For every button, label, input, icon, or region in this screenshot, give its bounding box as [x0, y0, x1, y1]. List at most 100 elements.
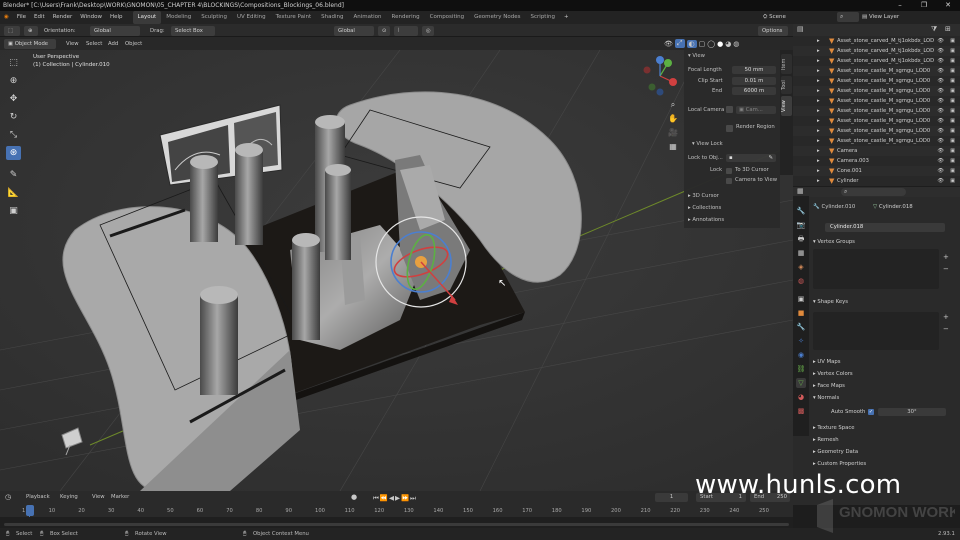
visibility-eye-icon[interactable]: 👁	[937, 46, 944, 56]
outliner-row[interactable]: ▸ ▼ Cone.001 👁 ▣	[793, 166, 960, 176]
camera-to-view-checkbox[interactable]	[726, 178, 732, 184]
visibility-eye-icon[interactable]: 👁	[937, 156, 944, 166]
timeline-editor-icon[interactable]: ◷	[5, 493, 11, 501]
outliner-row[interactable]: ▸ ▼ Asset_stone_castle_M_sgmgu_LOD0 👁 ▣	[793, 106, 960, 116]
scene-search-icon[interactable]: ⌕	[837, 12, 859, 22]
tab-animation[interactable]: Animation	[348, 11, 386, 24]
auto-smooth-angle-field[interactable]: 30°	[878, 408, 946, 416]
gizmo-toggle-icon[interactable]: ⤢	[674, 39, 685, 48]
section-texture-space[interactable]: ▸ Texture Space	[813, 425, 855, 431]
chevron-right-icon[interactable]: ▸	[817, 106, 820, 116]
chevron-right-icon[interactable]: ▸	[817, 86, 820, 96]
tab-tool[interactable]: Tool	[781, 76, 792, 94]
outliner-row[interactable]: ▸ ▼ Asset_stone_castle_M_sgmgu_LOD0 👁 ▣	[793, 136, 960, 146]
material-shading-icon[interactable]: ◕	[725, 40, 731, 48]
mesh-datablock-field[interactable]: Cylinder.018	[825, 223, 945, 232]
navigation-gizmo[interactable]	[640, 56, 680, 96]
outliner-row[interactable]: ▸ ▼ Asset_stone_castle_M_sgmgu_LOD0 👁 ▣	[793, 86, 960, 96]
zoom-icon[interactable]: ⌕	[667, 98, 679, 112]
outliner-row[interactable]: ▸ ▼ Asset_stone_carved_M_tj1okbdx_LOD 👁 ▣	[793, 56, 960, 66]
tab-layout[interactable]: Layout	[132, 11, 162, 24]
timeline-ruler[interactable]: 1 10 20 30 40 50 60 70 80 90 100 110 120 130 140 150 160…	[0, 505, 793, 517]
clip-start-field[interactable]: 0.01 m	[732, 77, 776, 85]
visibility-eye-icon[interactable]: 👁	[937, 116, 944, 126]
render-camera-icon[interactable]: ▣	[950, 56, 955, 66]
properties-editor-icon[interactable]: ▦	[797, 187, 804, 195]
render-camera-icon[interactable]: ▣	[950, 96, 955, 106]
render-camera-icon[interactable]: ▣	[950, 146, 955, 156]
chevron-right-icon[interactable]: ▸	[817, 66, 820, 76]
tab-compositing[interactable]: Compositing	[425, 11, 469, 24]
visibility-eye-icon[interactable]: 👁	[937, 96, 944, 106]
outliner-row[interactable]: ▸ ▼ Camera 👁 ▣	[793, 146, 960, 156]
prev-key-icon[interactable]: ⏪	[380, 493, 388, 503]
timeline-view-menu[interactable]: View	[92, 494, 105, 500]
menu-file[interactable]: File	[13, 11, 30, 24]
snap-icon[interactable]: ⦚	[394, 25, 418, 36]
properties-search-icon[interactable]: ⌕	[841, 188, 906, 196]
pivot-icon[interactable]: ⊙	[378, 25, 390, 36]
filter-icon[interactable]: ⧩	[931, 25, 937, 34]
add-vertex-group-icon[interactable]: +	[943, 253, 949, 261]
view-lock-header[interactable]: ▾ View Lock	[692, 141, 723, 147]
chevron-right-icon[interactable]: ▸	[817, 126, 820, 136]
measure-tool-icon[interactable]: 📐	[6, 186, 21, 200]
solid-shading-icon[interactable]: ●	[717, 40, 723, 48]
menu-add[interactable]: Add	[108, 39, 118, 49]
clip-end-field[interactable]: 6000 m	[732, 87, 776, 95]
render-camera-icon[interactable]: ▣	[950, 156, 955, 166]
visibility-eye-icon[interactable]: 👁	[937, 86, 944, 96]
render-camera-icon[interactable]: ▣	[950, 86, 955, 96]
transform-tool-icon[interactable]: ⊛	[6, 146, 21, 160]
tab-texture-paint[interactable]: Texture Paint	[271, 11, 317, 24]
focal-length-field[interactable]: 50 mm	[732, 66, 776, 74]
tab-item[interactable]: Item	[781, 54, 792, 74]
chevron-right-icon[interactable]: ▸	[817, 166, 820, 176]
visibility-eye-icon[interactable]: 👁	[937, 56, 944, 66]
tab-uv-editing[interactable]: UV Editing	[232, 11, 271, 24]
render-camera-icon[interactable]: ▣	[950, 36, 955, 46]
chevron-right-icon[interactable]: ▸	[817, 36, 820, 46]
view-layer-selector[interactable]: ▤ View Layer	[862, 12, 899, 23]
tab-shading[interactable]: Shading	[316, 11, 348, 24]
timeline-track[interactable]	[0, 517, 793, 528]
visibility-eye-icon[interactable]: 👁	[937, 166, 944, 176]
add-shape-key-icon[interactable]: +	[943, 313, 949, 321]
new-collection-icon[interactable]: ⊞	[945, 25, 951, 33]
playhead-marker[interactable]	[26, 505, 34, 516]
output-tab-icon[interactable]: 🖶	[796, 234, 806, 244]
auto-smooth-checkbox[interactable]: ✓	[868, 409, 874, 415]
scene-tab-icon[interactable]: ◈	[796, 262, 806, 272]
3d-cursor-section[interactable]: ▸ 3D Cursor	[688, 193, 719, 199]
visibility-eye-icon[interactable]: 👁	[937, 136, 944, 146]
next-key-icon[interactable]: ⏩	[401, 493, 409, 503]
shape-keys-list[interactable]	[813, 312, 939, 350]
play-icon[interactable]: ▶	[395, 493, 400, 503]
view-layer-tab-icon[interactable]: ▦	[796, 248, 806, 258]
world-tab-icon[interactable]: ◍	[796, 276, 806, 286]
menu-help[interactable]: Help	[106, 11, 127, 24]
render-camera-icon[interactable]: ▣	[950, 126, 955, 136]
cursor-tool-icon[interactable]: ⊕	[6, 74, 21, 88]
camera-selector[interactable]: ▣ Cam...	[736, 106, 776, 114]
collection-tab-icon[interactable]: ▣	[796, 294, 806, 304]
chevron-right-icon[interactable]: ▸	[817, 176, 820, 186]
scene-selector[interactable]: ⛭ Scene	[763, 12, 786, 23]
add-workspace-icon[interactable]: +	[560, 11, 573, 24]
playback-menu[interactable]: Playback	[26, 494, 50, 500]
visibility-eye-icon[interactable]: 👁	[937, 66, 944, 76]
chevron-right-icon[interactable]: ▸	[817, 56, 820, 66]
vertex-groups-list[interactable]	[813, 249, 939, 289]
visibility-eye-icon[interactable]: 👁	[937, 126, 944, 136]
current-frame-field[interactable]: 1	[655, 493, 688, 502]
to-3d-cursor-checkbox[interactable]	[726, 168, 732, 174]
visibility-eye-icon[interactable]: 👁	[937, 106, 944, 116]
tab-sculpting[interactable]: Sculpting	[196, 11, 232, 24]
chevron-right-icon[interactable]: ▸	[817, 116, 820, 126]
render-tab-icon[interactable]: 📷	[796, 220, 806, 230]
chevron-right-icon[interactable]: ▸	[817, 46, 820, 56]
proportional-edit-icon[interactable]: ◎	[422, 25, 434, 36]
outliner-row[interactable]: ▸ ▼ Asset_stone_castle_M_sgmgu_LOD0 👁 ▣	[793, 66, 960, 76]
chevron-right-icon[interactable]: ▸	[817, 146, 820, 156]
physics-tab-icon[interactable]: ◉	[796, 350, 806, 360]
